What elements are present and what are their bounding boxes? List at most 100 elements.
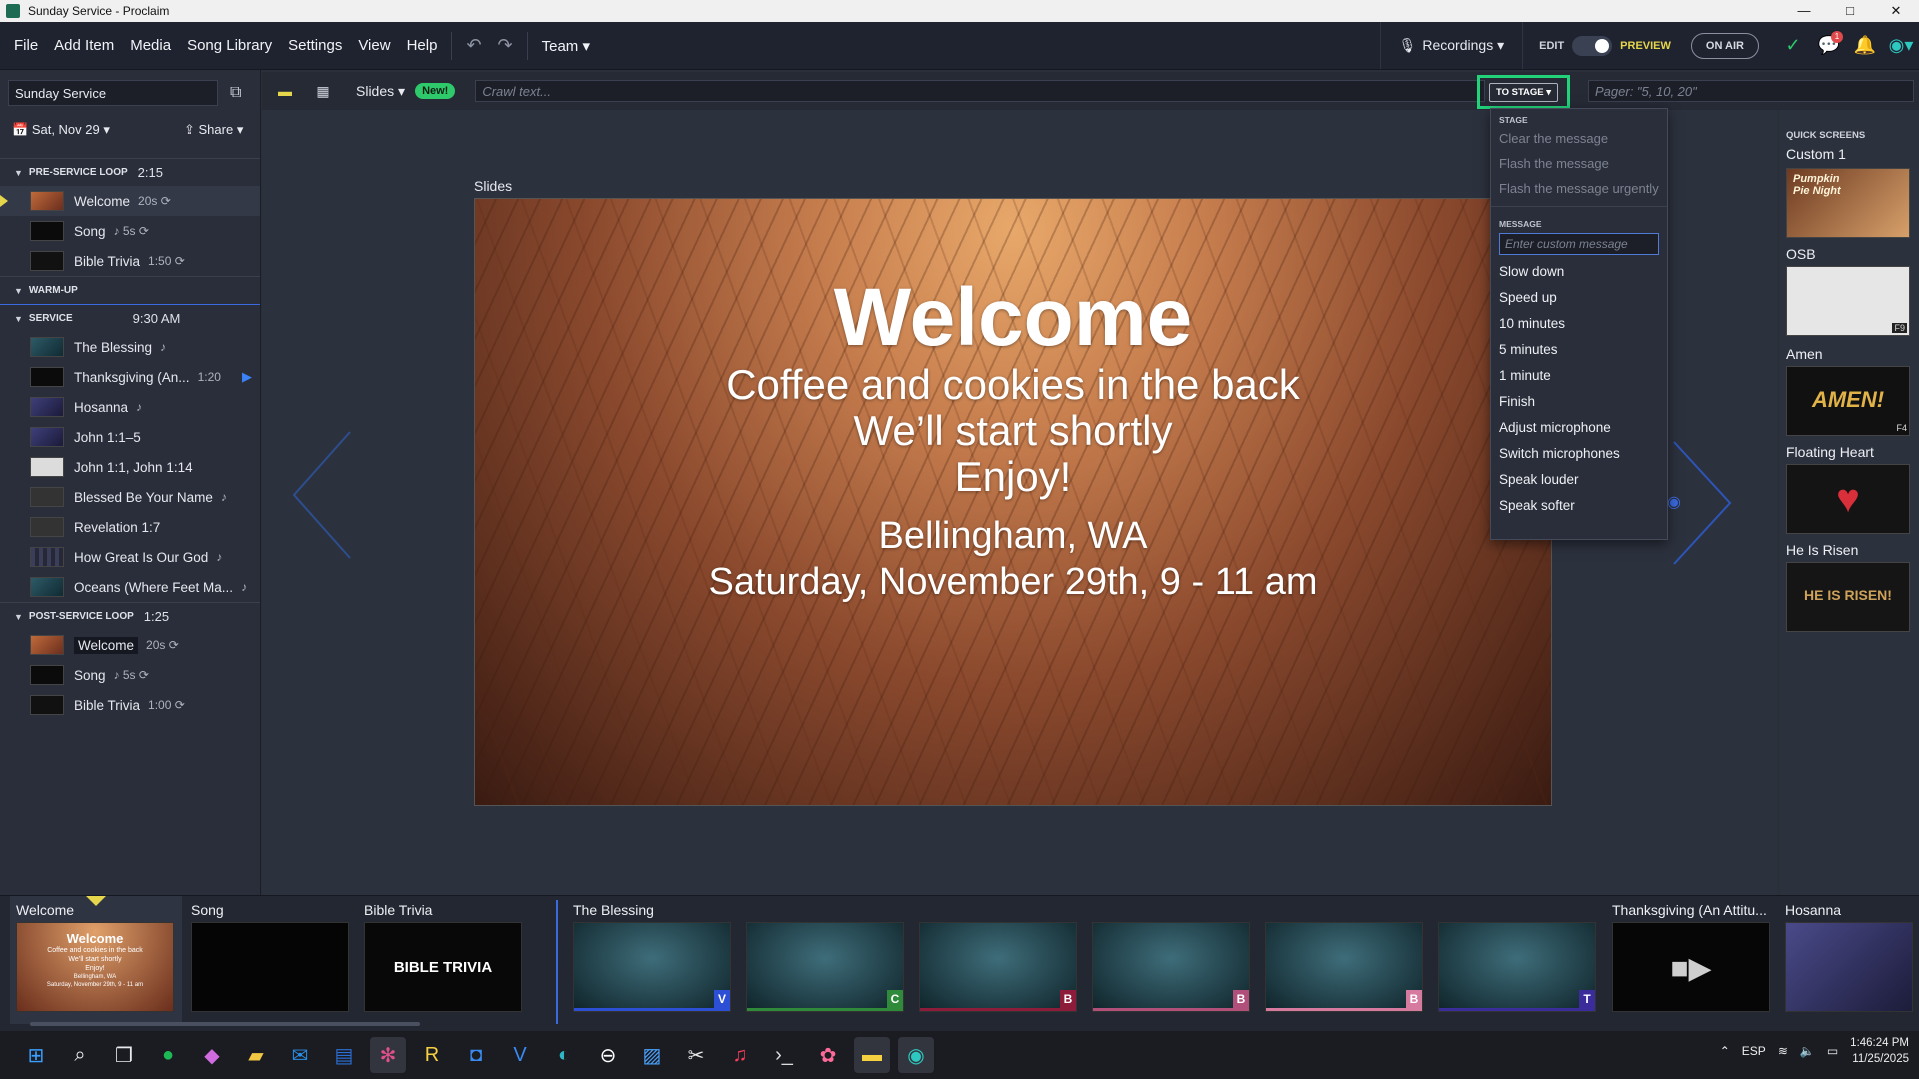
quick-screen-amen[interactable]: AMEN! F4 xyxy=(1786,366,1910,436)
next-slide-icon[interactable] xyxy=(1672,440,1732,570)
language-indicator[interactable]: ESP xyxy=(1742,1044,1766,1058)
service-item[interactable]: The Blessing ♪ xyxy=(0,332,260,362)
word-icon[interactable]: ▤ xyxy=(326,1037,362,1073)
strip-welcome[interactable]: Welcome Welcome Coffee and cookies in th… xyxy=(10,896,182,1024)
slack-icon[interactable]: ✻ xyxy=(370,1037,406,1073)
blessing-slide-thumb[interactable]: B xyxy=(1092,922,1250,1012)
service-item[interactable]: Song ♪ 5s ⟳ xyxy=(0,660,260,690)
bell-icon[interactable]: 🔔 xyxy=(1847,35,1883,56)
section-header[interactable]: ▼ WARM-UP xyxy=(0,276,260,304)
strip-hosanna[interactable]: Hosanna xyxy=(1779,896,1919,1024)
battery-icon[interactable]: ▭ xyxy=(1827,1044,1838,1058)
grid-view-icon[interactable]: ▦ xyxy=(308,79,338,103)
service-item[interactable]: Bible Trivia 1:00 ⟳ xyxy=(0,690,260,720)
blessing-slide-thumb[interactable]: T xyxy=(1438,922,1596,1012)
team-dropdown[interactable]: Team ▾ xyxy=(534,37,598,55)
service-item[interactable]: Blessed Be Your Name ♪ xyxy=(0,482,260,512)
proclaim-taskbar-icon[interactable]: ◉ xyxy=(898,1037,934,1073)
new-window-icon[interactable]: ⧉ xyxy=(230,84,241,102)
service-item[interactable]: Song ♪ 5s ⟳ xyxy=(0,216,260,246)
message-option[interactable]: Adjust microphone xyxy=(1491,415,1667,441)
on-air-button[interactable]: ON AIR xyxy=(1690,32,1759,59)
live-slide[interactable]: Welcome Coffee and cookies in the back W… xyxy=(474,198,1552,806)
minimize-button[interactable]: — xyxy=(1781,3,1827,19)
strip-thanksgiving[interactable]: Thanksgiving (An Attitu... ■▶ xyxy=(1606,896,1778,1024)
clock[interactable]: 1:46:24 PM 11/25/2025 xyxy=(1850,1035,1909,1067)
m365-icon[interactable]: ◆ xyxy=(194,1037,230,1073)
avatar[interactable]: ◉▾ xyxy=(1883,35,1919,56)
message-option[interactable]: Slow down xyxy=(1491,259,1667,285)
task-view-icon[interactable]: ❐ xyxy=(106,1037,142,1073)
quick-screen-risen[interactable]: HE IS RISEN! xyxy=(1786,562,1910,632)
strip-bible-trivia[interactable]: Bible Trivia BIBLE TRIVIA xyxy=(358,896,530,1024)
service-item[interactable]: John 1:1–5 xyxy=(0,422,260,452)
blessing-slide-thumb[interactable]: V xyxy=(573,922,731,1012)
check-status-icon[interactable]: ✓ xyxy=(1775,35,1811,56)
message-option[interactable]: 1 minute xyxy=(1491,363,1667,389)
service-item[interactable]: Oceans (Where Feet Ma... ♪ xyxy=(0,572,260,602)
slides-dropdown[interactable]: Slides ▾ xyxy=(356,83,405,100)
menu-file[interactable]: File xyxy=(6,37,46,54)
chat-app-icon[interactable]: ◘ xyxy=(458,1037,494,1073)
collapse-triangle-icon[interactable]: ▼ xyxy=(14,612,23,622)
menu-song-library[interactable]: Song Library xyxy=(179,37,280,54)
message-option[interactable]: Speak softer xyxy=(1491,493,1667,519)
quick-screen-osb[interactable]: F9 xyxy=(1786,266,1910,336)
menu-add-item[interactable]: Add Item xyxy=(46,37,122,54)
search-icon[interactable]: ⌕ xyxy=(62,1037,98,1073)
quick-screen-heart[interactable]: ♥ xyxy=(1786,464,1910,534)
outlook-icon[interactable]: ✉ xyxy=(282,1037,318,1073)
volume-icon[interactable]: 🔈 xyxy=(1800,1044,1815,1058)
service-item[interactable]: Welcome 20s ⟳ xyxy=(0,186,260,216)
service-item[interactable]: Thanksgiving (An... 1:20 ▶ xyxy=(0,362,260,392)
pager-input[interactable]: Pager: "5, 10, 20" xyxy=(1588,80,1914,102)
service-item[interactable]: How Great Is Our God ♪ xyxy=(0,542,260,572)
previous-slide-icon[interactable] xyxy=(292,430,352,560)
link-app-icon[interactable]: ⊖ xyxy=(590,1037,626,1073)
blessing-slide-thumb[interactable]: B xyxy=(1265,922,1423,1012)
collapse-triangle-icon[interactable]: ▼ xyxy=(14,314,23,324)
photos-icon[interactable]: ▨ xyxy=(634,1037,670,1073)
crawl-text-input[interactable]: Crawl text... xyxy=(475,80,1486,102)
service-item[interactable]: Welcome 20s ⟳ xyxy=(0,630,260,660)
spotify-icon[interactable]: ● xyxy=(150,1037,186,1073)
custom-message-input[interactable]: Enter custom message xyxy=(1499,233,1659,255)
collapse-triangle-icon[interactable]: ▼ xyxy=(14,168,23,178)
section-header[interactable]: ▼ POST-SERVICE LOOP 1:25 xyxy=(0,602,260,630)
presentation-name-field[interactable]: Sunday Service xyxy=(8,80,218,106)
wifi-icon[interactable]: ≋ xyxy=(1778,1044,1788,1058)
undo-icon[interactable]: ↶ xyxy=(458,35,489,56)
terminal-icon[interactable]: ›_ xyxy=(766,1037,802,1073)
message-option[interactable]: Switch microphones xyxy=(1491,441,1667,467)
music-icon[interactable]: ♫ xyxy=(722,1037,758,1073)
menu-settings[interactable]: Settings xyxy=(280,37,350,54)
blessing-slide-thumb[interactable]: B xyxy=(919,922,1077,1012)
menu-view[interactable]: View xyxy=(350,37,398,54)
message-option[interactable]: 5 minutes xyxy=(1491,337,1667,363)
redo-icon[interactable]: ↷ xyxy=(490,35,521,56)
message-option[interactable]: Speak louder xyxy=(1491,467,1667,493)
menu-media[interactable]: Media xyxy=(122,37,179,54)
maximize-button[interactable]: □ xyxy=(1827,3,1873,19)
message-option[interactable]: Finish xyxy=(1491,389,1667,415)
r-app-icon[interactable]: R xyxy=(414,1037,450,1073)
recordings-dropdown[interactable]: 🎙 Recordings ▾ xyxy=(1379,22,1524,69)
section-header[interactable]: ▼ PRE-SERVICE LOOP 2:15 xyxy=(0,158,260,186)
windows-start-icon[interactable]: ⊞ xyxy=(18,1037,54,1073)
edge-icon[interactable]: ◐ xyxy=(546,1037,582,1073)
service-item[interactable]: Revelation 1:7 xyxy=(0,512,260,542)
file-explorer-icon[interactable]: ▰ xyxy=(238,1037,274,1073)
share-button[interactable]: ⇪ Share ▾ xyxy=(184,122,243,138)
chat-icon[interactable]: 💬 1 xyxy=(1811,31,1847,56)
date-picker[interactable]: 📅 Sat, Nov 29 ▾ xyxy=(12,122,110,138)
v-app-icon[interactable]: V xyxy=(502,1037,538,1073)
quick-screen-custom1[interactable]: Pumpkin Pie Night xyxy=(1786,168,1910,238)
snipping-tool-icon[interactable]: ✂ xyxy=(678,1037,714,1073)
strip-song[interactable]: Song xyxy=(185,896,357,1024)
single-view-icon[interactable]: ▬ xyxy=(270,79,300,103)
service-item[interactable]: Hosanna ♪ xyxy=(0,392,260,422)
to-stage-button[interactable]: TO STAGE ▾ xyxy=(1488,82,1559,102)
section-header[interactable]: ▼ SERVICE 9:30 AM xyxy=(0,304,260,332)
edit-preview-toggle[interactable] xyxy=(1572,35,1613,56)
close-window-button[interactable]: ✕ xyxy=(1873,3,1919,19)
